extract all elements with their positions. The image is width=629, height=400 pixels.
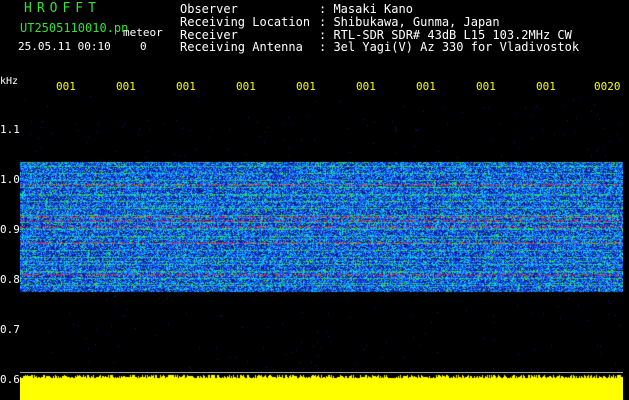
meteor-label: meteor	[123, 26, 163, 39]
time-tick: 001	[356, 80, 376, 93]
spectrogram-waterfall	[20, 96, 623, 372]
info-key: Receiving Antenna	[180, 40, 303, 54]
app-title: HROFFT	[24, 1, 101, 16]
marker-label: 0	[140, 40, 147, 53]
frequency-tick: 0.8	[0, 273, 20, 286]
amplitude-strip	[20, 374, 623, 400]
date-time: 25.05.11 00:10	[18, 40, 111, 53]
frequency-tick: 0.6	[0, 373, 20, 386]
info-key: Receiving Location	[180, 15, 311, 29]
time-tick: 001	[296, 80, 316, 93]
frequency-tick: 0.7	[0, 323, 20, 336]
frequency-unit-label: kHz	[0, 76, 19, 87]
time-tick: 001	[536, 80, 556, 93]
time-tick: 001	[476, 80, 496, 93]
time-tick: 001	[176, 80, 196, 93]
frequency-tick: 1.0	[0, 173, 20, 186]
info-value: : 3el Yagi(V) Az 330 for Vladivostok	[319, 40, 580, 54]
info-key: Observer	[180, 2, 238, 16]
time-tick: 001	[236, 80, 256, 93]
time-tick: 001	[416, 80, 436, 93]
time-tick: 001	[56, 80, 76, 93]
time-tick: 0020	[594, 80, 621, 93]
time-tick: 001	[116, 80, 136, 93]
info-value: : Shibukawa, Gunma, Japan	[319, 15, 500, 29]
info-value: : Masaki Kano	[319, 2, 413, 16]
amplitude-baseline	[20, 372, 623, 373]
frequency-tick: 1.1	[0, 123, 20, 136]
info-row-location: Receiving Location : Shibukawa, Gunma, J…	[180, 16, 500, 28]
frequency-tick: 0.9	[0, 223, 20, 236]
info-row-observer: Observer : Masaki Kano	[180, 3, 413, 15]
file-name: UT2505110010.pn	[20, 21, 129, 35]
info-row-antenna: Receiving Antenna : 3el Yagi(V) Az 330 f…	[180, 41, 579, 53]
